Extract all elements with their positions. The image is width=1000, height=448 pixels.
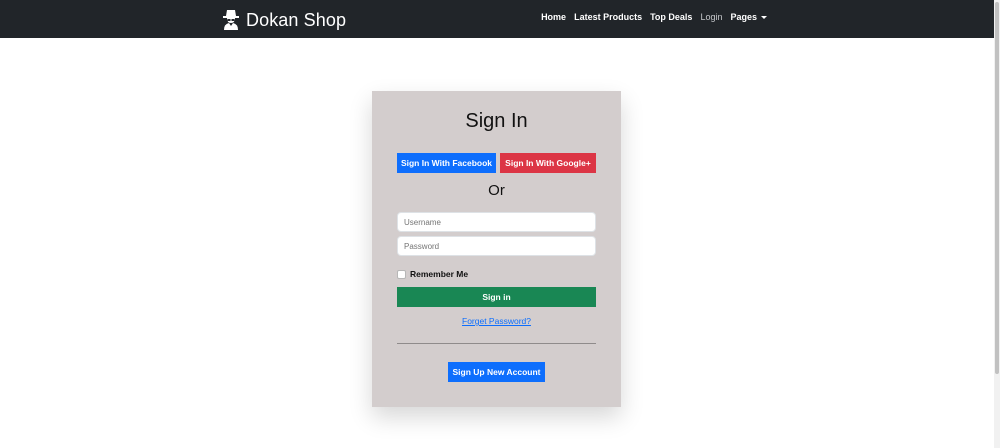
nav-login[interactable]: Login bbox=[700, 12, 722, 22]
user-secret-icon bbox=[223, 10, 239, 30]
signin-title: Sign In bbox=[465, 110, 528, 132]
main-nav: Home Latest Products Top Deals Login Pag… bbox=[533, 12, 767, 22]
or-divider-text: Or bbox=[488, 182, 505, 199]
scrollbar-thumb[interactable] bbox=[995, 2, 999, 374]
password-input[interactable] bbox=[397, 236, 596, 256]
nav-home[interactable]: Home bbox=[541, 12, 566, 22]
nav-pages-label: Pages bbox=[730, 12, 757, 22]
nav-top-deals[interactable]: Top Deals bbox=[650, 12, 692, 22]
vertical-scrollbar[interactable] bbox=[994, 0, 1000, 448]
signin-submit-button[interactable]: Sign in bbox=[397, 287, 596, 307]
remember-me-row[interactable]: Remember Me bbox=[397, 269, 468, 279]
signin-card: Sign In Sign In With Facebook Sign In Wi… bbox=[372, 91, 621, 407]
forgot-password-link[interactable]: Forget Password? bbox=[372, 316, 621, 326]
remember-me-checkbox[interactable] bbox=[397, 269, 406, 279]
facebook-signin-button[interactable]: Sign In With Facebook bbox=[397, 153, 496, 173]
remember-me-label: Remember Me bbox=[410, 269, 469, 279]
card-divider bbox=[397, 343, 596, 344]
google-signin-button[interactable]: Sign In With Google+ bbox=[500, 153, 596, 173]
caret-down-icon bbox=[761, 15, 767, 19]
top-navbar: Dokan Shop Home Latest Products Top Deal… bbox=[0, 0, 994, 38]
nav-latest-products[interactable]: Latest Products bbox=[574, 12, 642, 22]
username-input[interactable] bbox=[397, 212, 596, 232]
nav-pages-dropdown[interactable]: Pages bbox=[730, 12, 767, 22]
brand-name: Dokan Shop bbox=[246, 9, 347, 30]
signup-button[interactable]: Sign Up New Account bbox=[448, 362, 545, 382]
brand-link[interactable]: Dokan Shop bbox=[223, 8, 346, 32]
